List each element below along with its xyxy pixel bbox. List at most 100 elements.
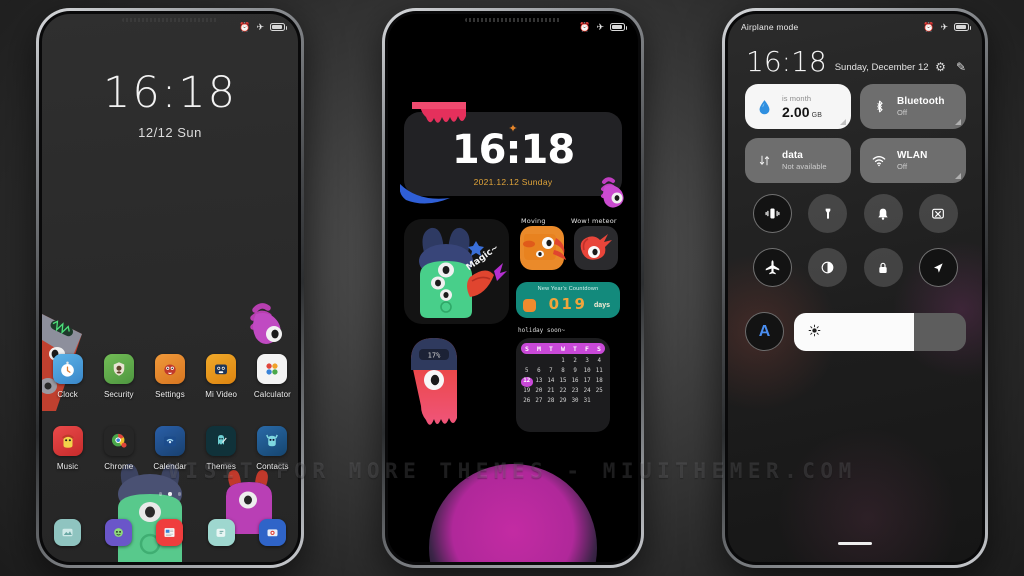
calendar-day[interactable]: 27 [533,397,545,407]
quick-settings-big-tiles: is month 2.00 GB Bluetooth Off data Not … [745,84,966,183]
monster-icon[interactable] [105,519,133,546]
countdown-widget[interactable]: New Year's Countdown 019 days [516,282,620,318]
calendar-day[interactable]: 5 [521,367,533,377]
magic-widget[interactable]: Magic~ [404,219,509,324]
control-center-header: 16:18 Sunday, December 12 ⚙ ✎ [746,48,966,76]
calendar-weekday: T [549,344,553,353]
tile-data-usage[interactable]: is month 2.00 GB [745,84,851,129]
calendar-day[interactable]: 6 [533,367,545,377]
calendar-weekday: S [597,344,601,353]
news-icon[interactable] [156,519,184,546]
app-label: Music [56,462,79,471]
calendar-day[interactable]: 13 [533,377,545,387]
app-themes[interactable]: Themes [196,426,247,471]
app-chrome[interactable]: Chrome [93,426,144,471]
app-calendar[interactable]: Calendar [144,426,195,471]
calendar-day[interactable]: 4 [593,357,605,367]
alarm-icon: ⏰ [923,21,935,32]
app-music[interactable]: Music [42,426,93,471]
calendar-day[interactable]: 31 [581,397,593,407]
earpiece-speaker [465,18,561,22]
calendar-day[interactable]: 14 [545,377,557,387]
calendar-blank-cell [521,357,533,367]
meteor-widget[interactable] [574,226,618,270]
calendar-day[interactable]: 16 [569,377,581,387]
calculator-icon [257,354,288,384]
calendar-day[interactable]: 19 [521,387,533,397]
contrast-icon [821,261,834,274]
calendar-day[interactable]: 18 [593,377,605,387]
app-mi-video[interactable]: Mi Video [196,354,247,399]
magic-monster-art [419,227,507,318]
toggle-do-not-disturb[interactable] [863,194,903,233]
video-icon [206,354,237,384]
calendar-day[interactable]: 23 [569,387,581,397]
calendar-day[interactable]: 10 [581,367,593,377]
toggle-airplane-mode[interactable] [753,248,793,287]
calendar-day[interactable]: 22 [557,387,569,397]
calendar-day[interactable]: 7 [545,367,557,377]
app-security[interactable]: Security [93,354,144,399]
moving-widget[interactable] [520,226,566,270]
brightness-slider[interactable] [794,312,966,351]
toggle-flashlight[interactable] [808,194,848,233]
calendar-day[interactable]: 24 [581,387,593,397]
camera-icon[interactable] [258,519,286,546]
page-dot-active [168,492,172,496]
calendar-day[interactable]: 11 [593,367,605,377]
calendar-day[interactable]: 17 [581,377,593,387]
calendar-widget[interactable]: SMTWTFS 1 2 3 4 5 6 7 8 9 10 11 12 13 14 15 16 17 18 19 20 2… [516,338,610,432]
messages-icon[interactable] [207,519,235,546]
toggle-location[interactable] [918,248,958,287]
calendar-day[interactable]: 15 [557,377,569,387]
app-label: Contacts [256,462,289,471]
toggle-vibrate[interactable] [753,194,793,233]
calendar-day[interactable]: 2 [569,357,581,367]
gallery-icon[interactable] [54,519,82,546]
app-clock[interactable]: Clock [42,354,93,399]
tile-bluetooth[interactable]: Bluetooth Off [860,84,966,129]
calendar-day[interactable]: 29 [557,397,569,407]
gear-icon[interactable]: ⚙ [935,61,946,73]
toggle-rotation-lock[interactable] [863,248,903,287]
lockscreen-date: 12/12 Sun [138,125,202,140]
toggle-screencast[interactable] [918,194,958,233]
widget-hand-icon [601,177,624,208]
calendar-day[interactable]: 30 [569,397,581,407]
calendar-day[interactable]: 20 [533,387,545,397]
screenshot-stage: ⏰ ✈ 16:18 12/12 Sun Clock Security Setti… [0,0,1024,576]
phone-left-home-screen: ⏰ ✈ 16:18 12/12 Sun Clock Security Setti… [36,8,304,568]
clock-widget[interactable]: ✦ 16:18 2021.12.12 Sunday [400,102,624,208]
page-indicator[interactable] [42,492,298,496]
calendar-day-selected[interactable]: 12 [521,377,533,387]
edit-icon[interactable]: ✎ [956,61,966,73]
calendar-day[interactable]: 3 [581,357,593,367]
clock-icon [52,354,83,384]
home-indicator[interactable] [838,541,872,545]
app-settings[interactable]: Settings [144,354,195,399]
calendar-blank-cell [545,357,557,367]
calendar-day[interactable]: 25 [593,387,605,397]
app-calculator[interactable]: Calculator [247,354,298,399]
calendar-day[interactable]: 9 [569,367,581,377]
auto-brightness-button[interactable]: A [745,312,784,351]
calendar-day[interactable]: 28 [545,397,557,407]
calendar-day[interactable]: 26 [521,397,533,407]
airplane-mode-status-label: Airplane mode [741,22,799,32]
calendar-day[interactable]: 1 [557,357,569,367]
tile-wlan[interactable]: WLAN Off [860,138,966,183]
widget-time: 16:18 [451,127,575,173]
calendar-blank-cell [533,357,545,367]
calendar-day[interactable]: 8 [557,367,569,377]
airplane-icon: ✈ [596,21,604,32]
calendar-weekday-header: SMTWTFS [521,343,605,354]
tile-text: WLAN Off [897,150,927,171]
toggle-dark-mode[interactable] [808,248,848,287]
tile-text: Bluetooth Off [897,96,945,117]
lock-icon [879,262,887,273]
app-contacts[interactable]: Contacts [247,426,298,471]
battery-ghost-widget[interactable]: 17% [405,334,463,432]
app-label: Chrome [104,462,134,471]
calendar-day[interactable]: 21 [545,387,557,397]
tile-mobile-data[interactable]: data Not available [745,138,851,183]
